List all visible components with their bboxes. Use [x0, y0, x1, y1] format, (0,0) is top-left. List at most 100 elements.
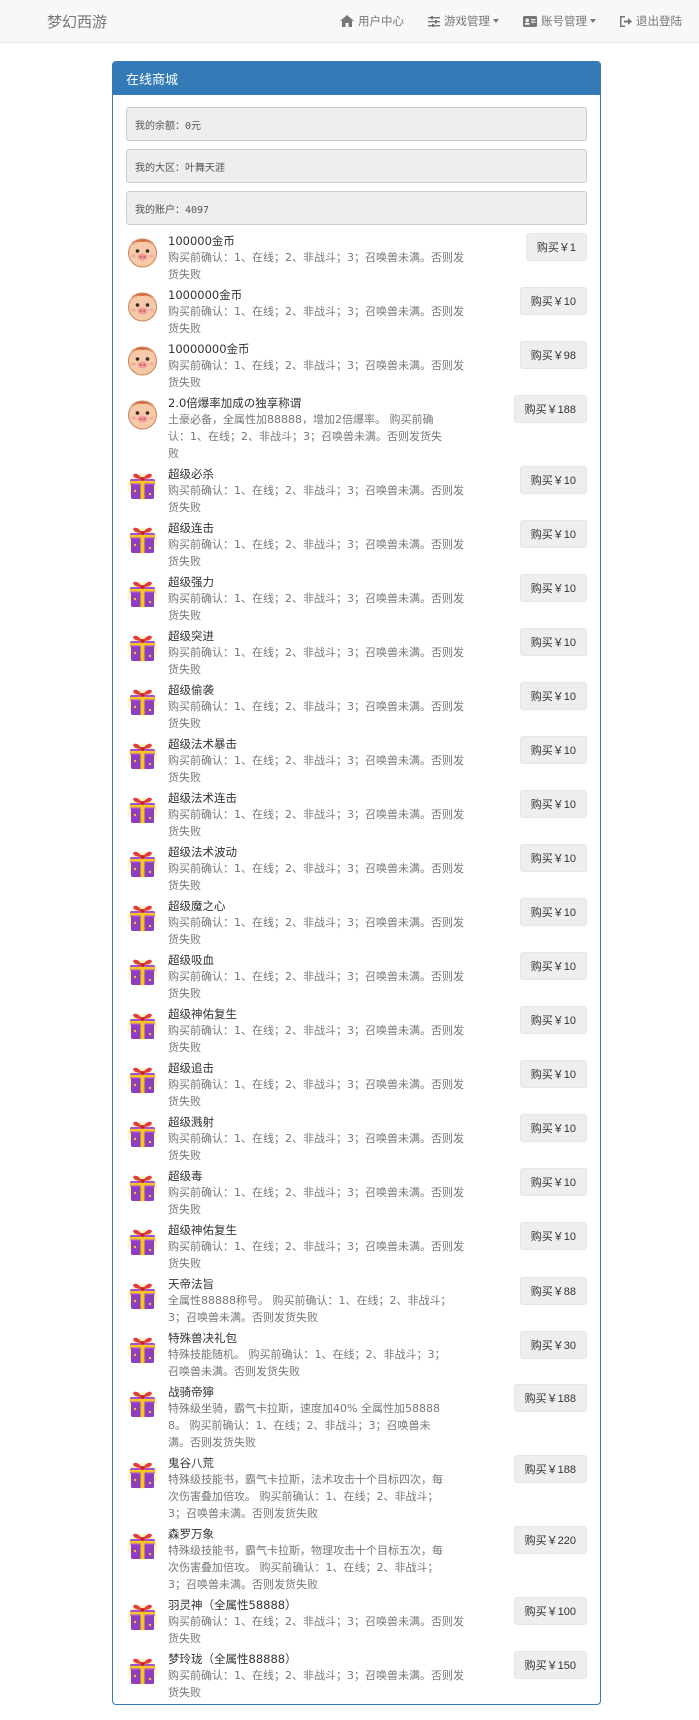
list-item: 超级神佑复生 购买前确认：1、在线；2、非战斗；3；召唤兽未满。否则发货失败 购买￥… — [126, 1006, 587, 1056]
item-description: 特殊技能随机。 购买前确认：1、在线；2、非战斗；3；召唤兽未满。否则发货失败 — [168, 1348, 446, 1378]
item-description: 购买前确认：1、在线；2、非战斗；3；召唤兽未满。否则发货失败 — [168, 592, 464, 622]
nav-user-center[interactable]: 用户中心 — [340, 13, 404, 29]
item-title: 100000金币 — [168, 234, 235, 248]
buy-button[interactable]: 购买￥10 — [519, 1168, 587, 1196]
item-description: 购买前确认：1、在线；2、非战斗；3；召唤兽未满。否则发货失败 — [168, 1615, 464, 1645]
buy-button[interactable]: 购买￥100 — [513, 1597, 587, 1625]
gift-box-icon — [126, 901, 159, 934]
list-item: 特殊兽决礼包 特殊技能随机。 购买前确认：1、在线；2、非战斗；3；召唤兽未满。否… — [126, 1330, 587, 1380]
buy-button[interactable]: 购买￥10 — [519, 1222, 587, 1250]
item-description: 购买前确认：1、在线；2、非战斗；3；召唤兽未满。否则发货失败 — [168, 538, 464, 568]
list-item: 森罗万象 特殊级技能书，霸气卡拉斯，物理攻击十个目标五次，每次伤害叠加倍攻。 购买… — [126, 1526, 587, 1593]
gift-box-icon — [126, 1279, 159, 1312]
list-item: 超级法术连击 购买前确认：1、在线；2、非战斗；3；召唤兽未满。否则发货失败 购买￥… — [126, 790, 587, 840]
gift-box-icon — [126, 1387, 159, 1420]
nav-game-manage[interactable]: 游戏管理 — [428, 13, 499, 29]
nav-logout[interactable]: 退出登陆 — [620, 13, 682, 29]
gift-box-icon — [126, 847, 159, 880]
list-item: 战骑帝獰 特殊级坐骑，霸气卡拉斯，速度加40% 全属性加588888。 购买前确认… — [126, 1384, 587, 1451]
item-description: 购买前确认：1、在线；2、非战斗；3；召唤兽未满。否则发货失败 — [168, 305, 464, 335]
pig-icon — [126, 290, 159, 323]
buy-button[interactable]: 购买￥88 — [519, 1277, 587, 1305]
list-item: 超级神佑复生 购买前确认：1、在线；2、非战斗；3；召唤兽未满。否则发货失败 购买￥… — [126, 1222, 587, 1272]
item-description: 购买前确认：1、在线；2、非战斗；3；召唤兽未满。否则发货失败 — [168, 484, 464, 514]
buy-button[interactable]: 购买￥10 — [519, 1060, 587, 1088]
list-item: 100000金币 购买前确认：1、在线；2、非战斗；3；召唤兽未满。否则发货失败购… — [126, 233, 587, 283]
gift-box-icon — [126, 577, 159, 610]
list-item: 2.0倍爆率加成の独享称谓 土豪必备，全属性加88888，增加2倍爆率。 购买前确… — [126, 395, 587, 462]
item-description: 购买前确认：1、在线；2、非战斗；3；召唤兽未满。否则发货失败 — [168, 1240, 464, 1270]
buy-button[interactable]: 购买￥150 — [513, 1651, 587, 1679]
item-text: 100000金币 购买前确认：1、在线；2、非战斗；3；召唤兽未满。否则发货失败 — [168, 233, 587, 283]
item-description: 土豪必备，全属性加88888，增加2倍爆率。 购买前确认：1、在线；2、非战斗；… — [168, 413, 442, 460]
list-item: 超级法术暴击 购买前确认：1、在线；2、非战斗；3；召唤兽未满。否则发货失败 购买￥… — [126, 736, 587, 786]
brand-link[interactable]: 梦幻西游 — [47, 11, 107, 32]
gift-box-icon — [126, 685, 159, 718]
buy-button[interactable]: 购买￥10 — [519, 682, 587, 710]
item-description: 购买前确认：1、在线；2、非战斗；3；召唤兽未满。否则发货失败 — [168, 700, 464, 730]
item-description: 购买前确认：1、在线；2、非战斗；3；召唤兽未满。否则发货失败 — [168, 862, 464, 892]
buy-button[interactable]: 购买￥188 — [513, 395, 587, 423]
buy-button[interactable]: 购买￥30 — [519, 1331, 587, 1359]
item-description: 特殊级技能书，霸气卡拉斯，物理攻击十个目标五次，每次伤害叠加倍攻。 购买前确认：… — [168, 1544, 443, 1591]
list-item: 羽灵神（全属性58888） 购买前确认：1、在线；2、非战斗；3；召唤兽未满。否则… — [126, 1597, 587, 1647]
pig-icon — [126, 344, 159, 377]
buy-button[interactable]: 购买￥10 — [519, 844, 587, 872]
buy-button[interactable]: 购买￥10 — [519, 520, 587, 548]
item-description: 购买前确认：1、在线；2、非战斗；3；召唤兽未满。否则发货失败 — [168, 359, 464, 389]
item-description: 购买前确认：1、在线；2、非战斗；3；召唤兽未满。否则发货失败 — [168, 1186, 464, 1216]
buy-button[interactable]: 购买￥188 — [513, 1384, 587, 1412]
shop-panel: 在线商城 我的余额：0元 我的大区：叶舞天涯 我的账户：4097 100000金… — [112, 61, 601, 1705]
item-description: 购买前确认：1、在线；2、非战斗；3；召唤兽未满。否则发货失败 — [168, 808, 464, 838]
list-item: 超级必杀 购买前确认：1、在线；2、非战斗；3；召唤兽未满。否则发货失败 购买￥10 — [126, 466, 587, 516]
buy-button[interactable]: 购买￥10 — [519, 790, 587, 818]
buy-button[interactable]: 购买￥10 — [519, 1114, 587, 1142]
list-item: 1000000金币 购买前确认：1、在线；2、非战斗；3；召唤兽未满。否则发货失败… — [126, 287, 587, 337]
gift-box-icon — [126, 469, 159, 502]
item-description: 特殊级坐骑，霸气卡拉斯，速度加40% 全属性加588888。 购买前确认：1、在… — [168, 1402, 440, 1449]
gift-box-icon — [126, 955, 159, 988]
home-icon — [340, 15, 354, 27]
sign-out-icon — [620, 15, 632, 27]
item-description: 购买前确认：1、在线；2、非战斗；3；召唤兽未满。否则发货失败 — [168, 1132, 464, 1162]
top-navbar: 梦幻西游 用户中心 游戏管理 账号管理 退出登陆 — [0, 0, 699, 43]
nav-game-manage-label: 游戏管理 — [444, 14, 490, 28]
buy-button[interactable]: 购买￥220 — [513, 1526, 587, 1554]
gift-box-icon — [126, 1225, 159, 1258]
item-description: 全属性88888称号。 购买前确认：1、在线；2、非战斗；3；召唤兽未满。否则发… — [168, 1294, 452, 1324]
chevron-down-icon — [493, 19, 499, 23]
buy-button[interactable]: 购买￥10 — [519, 1006, 587, 1034]
gift-box-icon — [126, 1600, 159, 1633]
buy-button[interactable]: 购买￥10 — [519, 628, 587, 656]
nav-logout-label: 退出登陆 — [636, 14, 682, 28]
list-item: 超级强力 购买前确认：1、在线；2、非战斗；3；召唤兽未满。否则发货失败 购买￥10 — [126, 574, 587, 624]
gift-box-icon — [126, 1009, 159, 1042]
pig-icon — [126, 236, 159, 269]
nav-user-center-label: 用户中心 — [358, 14, 404, 28]
buy-button[interactable]: 购买￥10 — [519, 574, 587, 602]
buy-button[interactable]: 购买￥188 — [513, 1455, 587, 1483]
list-item: 超级突进 购买前确认：1、在线；2、非战斗；3；召唤兽未满。否则发货失败 购买￥10 — [126, 628, 587, 678]
account-field: 我的账户：4097 — [126, 191, 587, 225]
item-description: 购买前确认：1、在线；2、非战斗；3；召唤兽未满。否则发货失败 — [168, 916, 464, 946]
list-item: 超级追击 购买前确认：1、在线；2、非战斗；3；召唤兽未满。否则发货失败 购买￥10 — [126, 1060, 587, 1110]
nav-account-manage[interactable]: 账号管理 — [523, 13, 596, 29]
nav-account-manage-label: 账号管理 — [541, 14, 587, 28]
nav-menu: 用户中心 游戏管理 账号管理 退出登陆 — [316, 13, 682, 29]
list-item: 超级法术波动 购买前确认：1、在线；2、非战斗；3；召唤兽未满。否则发货失败 购买￥… — [126, 844, 587, 894]
buy-button[interactable]: 购买￥98 — [519, 341, 587, 369]
buy-button[interactable]: 购买￥1 — [525, 233, 587, 261]
buy-button[interactable]: 购买￥10 — [519, 952, 587, 980]
buy-button[interactable]: 购买￥10 — [519, 287, 587, 315]
server-field: 我的大区：叶舞天涯 — [126, 149, 587, 183]
gift-box-icon — [126, 1171, 159, 1204]
gift-box-icon — [126, 523, 159, 556]
sliders-icon — [428, 15, 440, 27]
buy-button[interactable]: 购买￥10 — [519, 466, 587, 494]
id-card-icon — [523, 15, 537, 27]
buy-button[interactable]: 购买￥10 — [519, 898, 587, 926]
buy-button[interactable]: 购买￥10 — [519, 736, 587, 764]
item-description: 特殊级技能书，霸气卡拉斯，法术攻击十个目标四次，每次伤害叠加倍攻。 购买前确认：… — [168, 1473, 443, 1520]
list-item: 10000000金币 购买前确认：1、在线；2、非战斗；3；召唤兽未满。否则发货失… — [126, 341, 587, 391]
item-description: 购买前确认：1、在线；2、非战斗；3；召唤兽未满。否则发货失败 — [168, 646, 464, 676]
